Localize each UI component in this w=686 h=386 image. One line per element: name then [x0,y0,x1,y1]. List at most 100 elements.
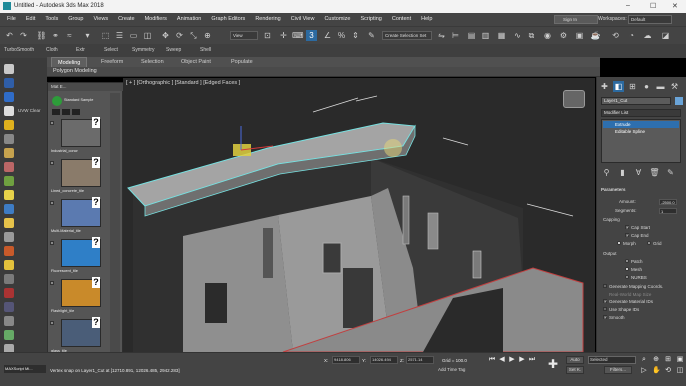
select-manipulate-icon[interactable]: ✛ [278,30,289,41]
light-icon[interactable] [4,120,14,130]
smooth-checkbox[interactable]: ✓ [603,315,607,320]
edit-named-selection-icon[interactable]: ✎ [366,30,377,41]
redo-icon[interactable]: ↷ [18,30,29,41]
rendered-frame-window-icon[interactable]: ▣ [574,30,585,41]
cap-start-checkbox[interactable]: ✓ [625,225,629,230]
gen-mapping-checkbox[interactable] [603,284,607,288]
field-of-view-icon[interactable]: ▷ [640,367,648,375]
material-panel-header[interactable]: Mat E... [48,83,124,91]
menu-item-graph-editors[interactable]: Graph Editors [206,13,250,26]
gen-mat-ids-checkbox[interactable]: ✓ [603,299,607,304]
extrude-button[interactable]: Extr [76,47,85,53]
workspaces-dropdown[interactable]: Default [628,15,672,24]
sweep-button[interactable]: Sweep [166,47,181,53]
remove-modifier-icon[interactable]: 🗑 [649,167,660,178]
go-to-end-icon[interactable]: ⏭ [528,356,536,364]
zoom-icon[interactable]: ⌕ [640,356,648,364]
menu-item-modifiers[interactable]: Modifiers [140,13,172,26]
modify-tab-icon[interactable]: ◧ [613,81,624,92]
grid-icon[interactable] [4,274,14,284]
help-icon[interactable]: ? [92,277,100,288]
select-move-icon[interactable]: ✥ [160,30,171,41]
align-icon[interactable]: ⊨ [450,30,461,41]
hierarchy-icon[interactable] [4,92,14,102]
go-to-start-icon[interactable]: ⏮ [488,356,496,364]
render-setup-icon[interactable]: ⚙ [558,30,569,41]
key-filter-dropdown[interactable]: Selected [588,356,636,364]
close-button[interactable]: ✕ [672,2,678,10]
set-key-button[interactable]: Set K. [566,366,584,374]
menu-item-file[interactable]: File [2,13,21,26]
star-icon[interactable] [4,260,14,270]
snap-toggle-icon[interactable]: 3 [306,30,317,41]
render-iterative-icon[interactable]: ⟲ [610,30,621,41]
keyboard-shortcut-icon[interactable]: ⌨ [292,30,304,41]
spacewarp-icon[interactable] [4,162,14,172]
menu-item-group[interactable]: Group [63,13,88,26]
spinner-snap-icon[interactable]: ⇕ [350,30,361,41]
helper-icon[interactable] [4,148,14,158]
swatch-checkbox[interactable] [50,281,54,285]
curve-editor-icon[interactable]: ∿ [512,30,523,41]
material-editor-icon[interactable]: ◉ [542,30,553,41]
patch-radio[interactable] [625,259,629,263]
swatch-checkbox[interactable] [50,241,54,245]
use-shape-ids-checkbox[interactable] [603,307,607,311]
mat-tool-icon-1[interactable] [52,109,60,115]
layer-icon[interactable] [4,302,14,312]
maximize-button[interactable]: ☐ [650,2,656,10]
help-icon[interactable]: ? [92,317,100,328]
swatch-checkbox[interactable] [50,161,54,165]
minimize-button[interactable]: – [626,2,630,9]
pivot-center-icon[interactable]: ⊡ [262,30,273,41]
display-tab-icon[interactable]: ▬ [655,81,666,92]
object-name-field[interactable]: Layer1_Cut [601,97,671,105]
next-frame-icon[interactable]: ▶ [518,356,526,364]
max-toggle-icon[interactable]: ◫ [676,367,684,375]
create-tab-icon[interactable]: ✚ [599,81,610,92]
window-crossing-icon[interactable]: ◫ [142,30,153,41]
ribbon-toggle-icon[interactable]: ▦ [496,30,507,41]
help-icon[interactable]: ? [92,117,100,128]
globe-icon[interactable] [4,204,14,214]
a360-gallery-icon[interactable]: ◪ [660,30,671,41]
select-object-icon[interactable]: ⬚ [100,30,111,41]
render-production-icon[interactable]: ☕ [590,30,601,41]
z-coord-input[interactable]: 2571.14 [406,356,434,364]
tool-icon[interactable] [4,232,14,242]
auto-key-button[interactable]: Auto [566,356,584,364]
bulb-icon[interactable] [4,218,14,228]
orbit-icon[interactable]: ⟲ [664,367,672,375]
bind-space-warp-icon[interactable]: ≈ [64,30,75,41]
systems-icon[interactable] [4,176,14,186]
viewcube-icon[interactable] [563,90,585,108]
menu-item-help[interactable]: Help [416,13,437,26]
measure-icon[interactable] [4,316,14,326]
menu-item-customize[interactable]: Customize [319,13,355,26]
menu-item-animation[interactable]: Animation [172,13,206,26]
angle-snap-icon[interactable]: ∠ [322,30,333,41]
render-in-cloud-icon[interactable]: ☁ [642,30,653,41]
menu-item-content[interactable]: Content [387,13,416,26]
select-button[interactable]: Select [104,47,118,53]
x-coord-input[interactable]: 9418.806 [332,356,360,364]
select-scale-icon[interactable]: ⤡ [188,30,199,41]
menu-item-scripting[interactable]: Scripting [355,13,386,26]
mirror-icon[interactable]: ⇋ [436,30,447,41]
viewport-orthographic[interactable]: [ + ] [Orthographic ] [Standard ] [Edged… [123,78,595,352]
schematic-view-icon[interactable]: ⧉ [526,30,537,41]
utilities-tab-icon[interactable]: ⚒ [669,81,680,92]
grid-radio[interactable] [647,241,651,245]
swatch-checkbox[interactable] [50,201,54,205]
morph-radio[interactable] [617,241,621,245]
link-icon[interactable]: ⛓ [36,30,47,41]
symmetry-button[interactable]: Symmetry [132,47,155,53]
help-icon[interactable]: ? [92,237,100,248]
show-end-result-icon[interactable]: ▮ [617,167,628,178]
menu-item-rendering[interactable]: Rendering [250,13,285,26]
motion-tab-icon[interactable]: ● [641,81,652,92]
mat-tool-icon-3[interactable] [72,109,80,115]
rect-selection-icon[interactable]: ▭ [128,30,139,41]
maxscript-listener[interactable]: MAXScript Mi... [4,365,46,373]
toggle-scene-explorer-icon[interactable]: ▤ [466,30,477,41]
